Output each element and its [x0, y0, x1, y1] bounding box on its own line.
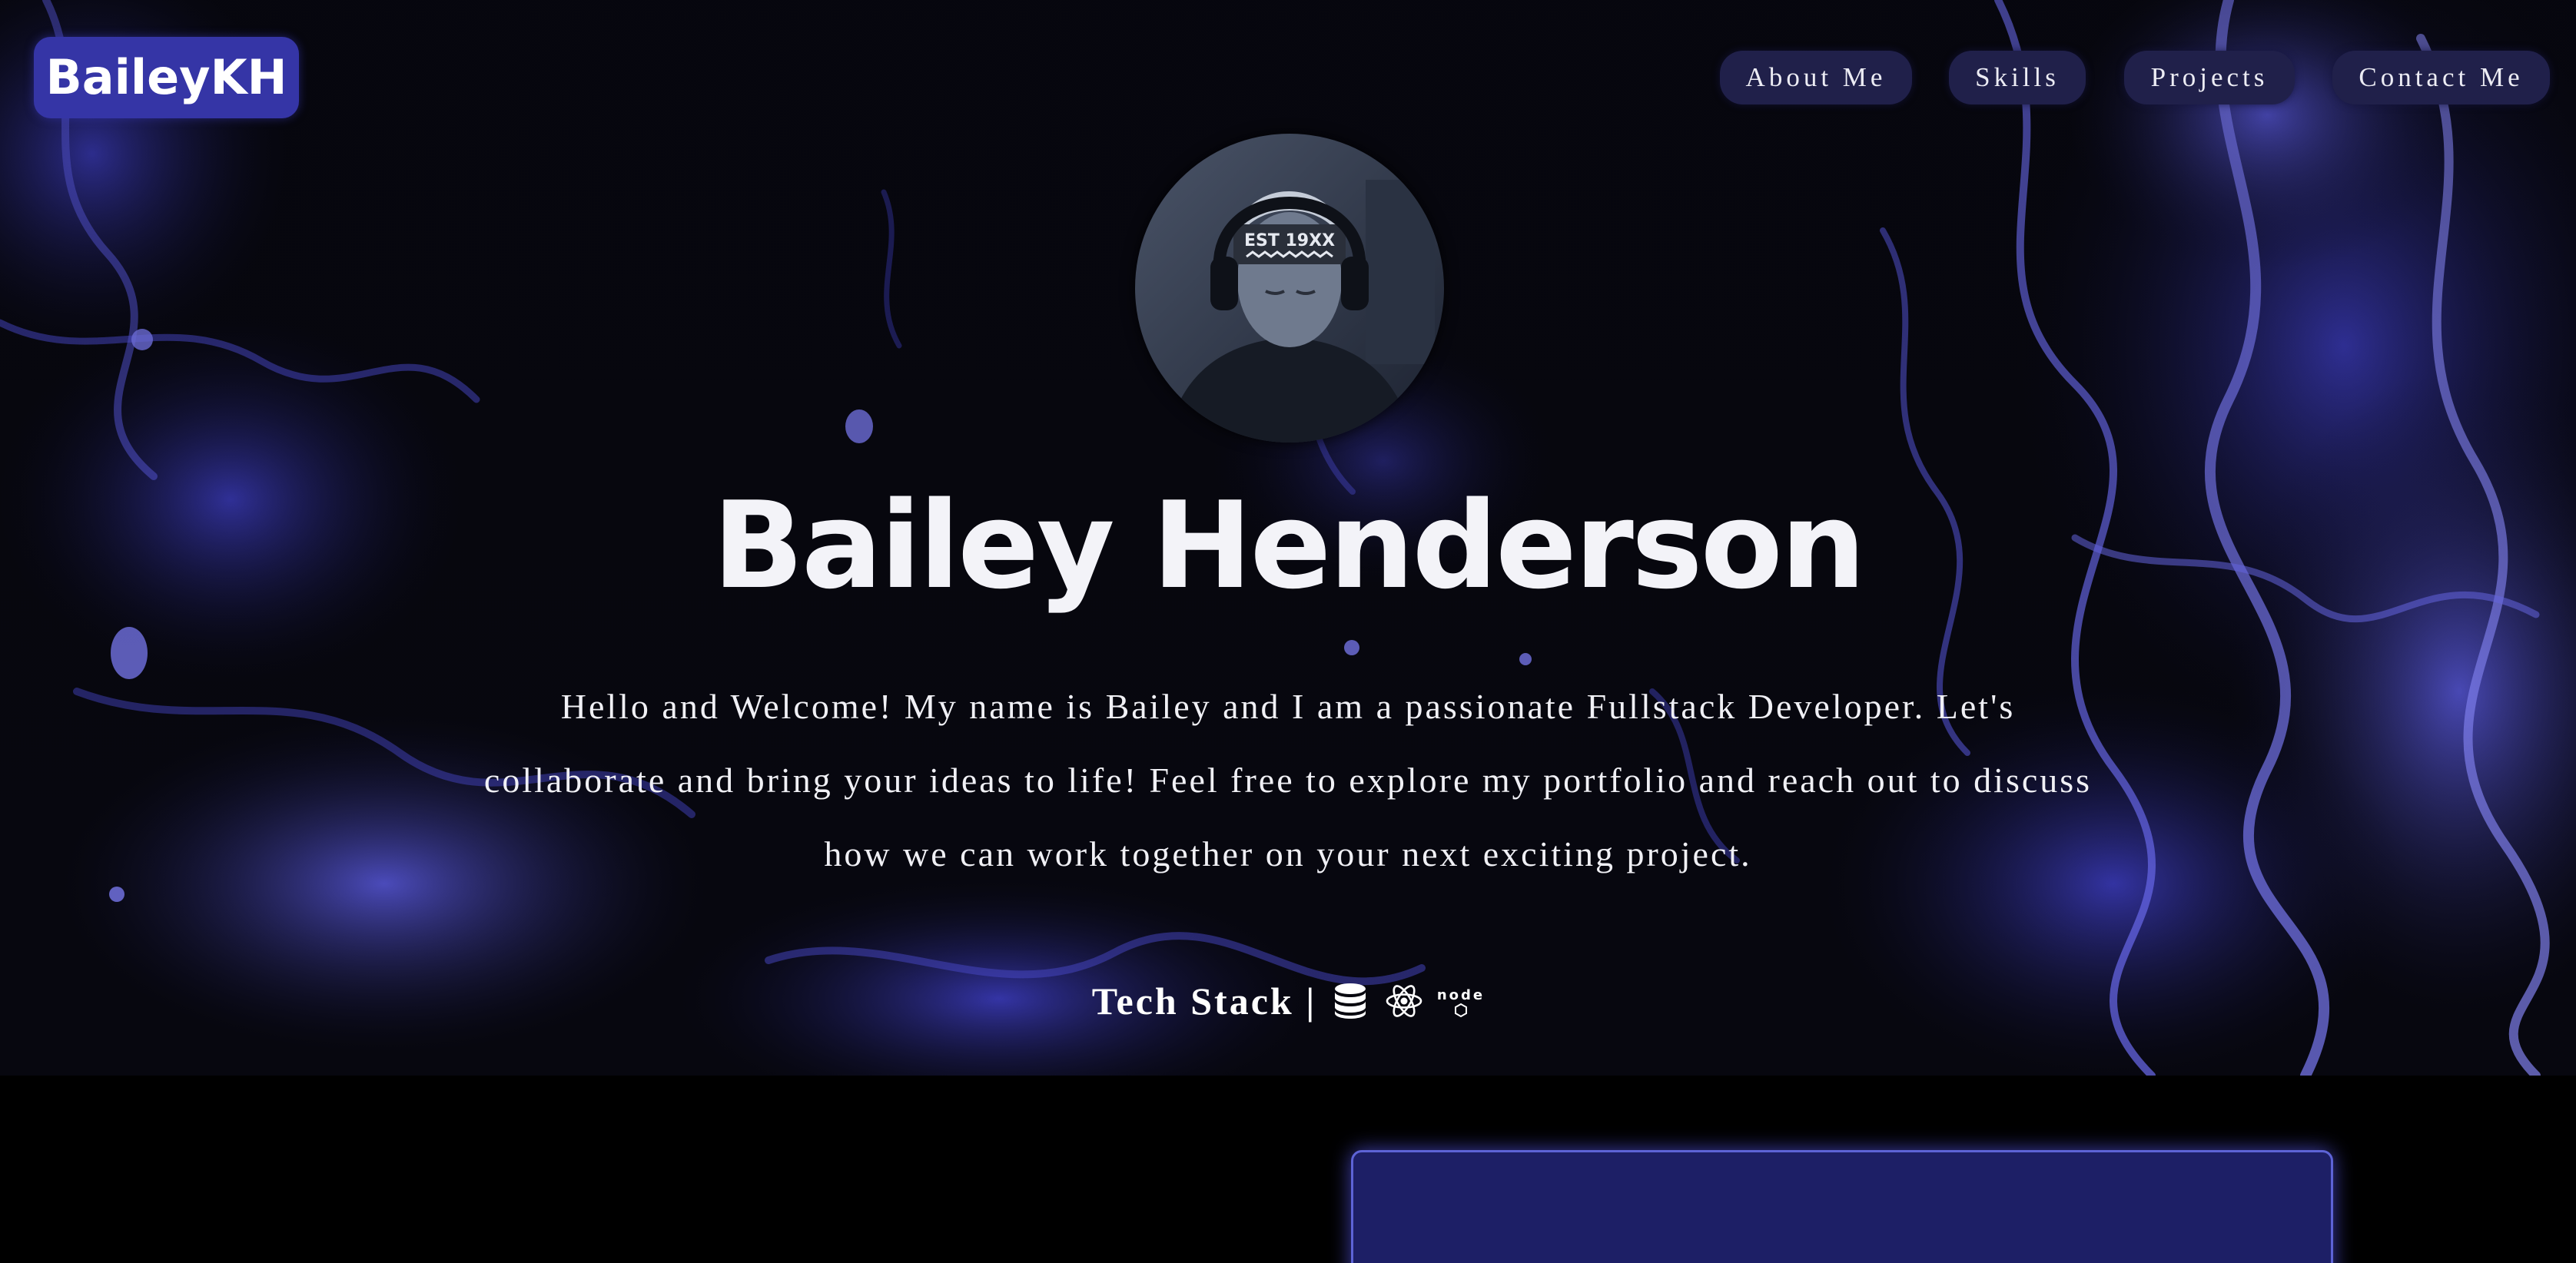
tech-stack-label: Tech Stack |: [1091, 980, 1317, 1023]
tech-stack-row: Tech Stack | node: [0, 974, 2576, 1028]
nav-contact-me[interactable]: Contact Me: [2332, 51, 2550, 104]
nav-about-me[interactable]: About Me: [1720, 51, 1912, 104]
hero-intro-text: Hello and Welcome! My name is Bailey and…: [400, 670, 2176, 891]
nodejs-icon: node: [1438, 987, 1484, 1018]
intro-line: how we can work together on your next ex…: [824, 834, 1752, 873]
nav-projects[interactable]: Projects: [2124, 51, 2295, 104]
database-icon: [1335, 983, 1366, 1019]
headband-text: EST 19XX: [1244, 231, 1335, 250]
intro-line: collaborate and bring your ideas to life…: [483, 761, 2093, 800]
nav-skills[interactable]: Skills: [1949, 51, 2086, 104]
profile-photo: EST 19XX: [1135, 134, 1444, 443]
main-nav: About Me Skills Projects Contact Me: [0, 51, 2576, 106]
hero-name-heading: Bailey Henderson: [712, 476, 1866, 615]
hero-section: BaileyKH About Me Skills Projects Contac…: [0, 0, 2576, 1076]
profile-photo-image: EST 19XX: [1135, 134, 1444, 443]
portfolio-page: BaileyKH About Me Skills Projects Contac…: [0, 0, 2576, 1263]
react-icon: [1386, 985, 1422, 1017]
svg-text:node: node: [1438, 987, 1484, 1003]
intro-line: Hello and Welcome! My name is Bailey and…: [560, 687, 2016, 726]
about-card: [1351, 1150, 2333, 1263]
